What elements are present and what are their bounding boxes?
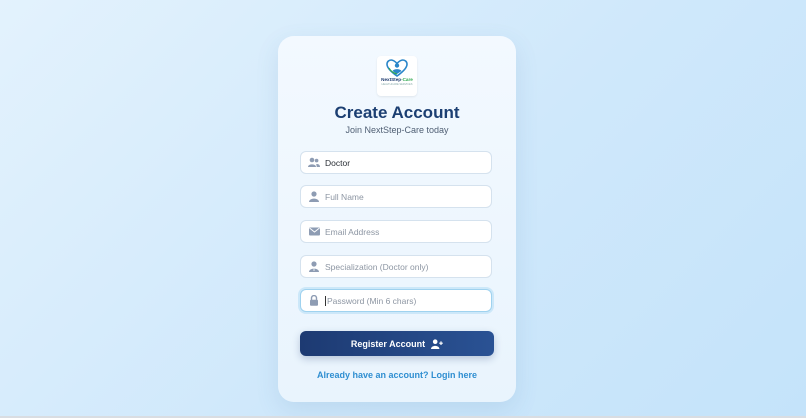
role-input[interactable]	[325, 157, 491, 168]
role-field[interactable]	[300, 151, 492, 174]
logo-brand-accent: -Care	[401, 77, 413, 82]
specialization-input[interactable]	[325, 261, 491, 272]
user-doctor-icon	[308, 261, 320, 273]
login-link[interactable]: Already have an account? Login here	[278, 370, 516, 380]
heart-hands-icon	[386, 59, 408, 77]
brand-logo: NextStep-Care HEALTHCARE SERVICES	[377, 56, 417, 96]
logo-tagline: HEALTHCARE SERVICES	[381, 82, 413, 86]
password-field[interactable]	[300, 289, 492, 312]
register-button-label: Register Account	[350, 338, 426, 349]
users-icon	[308, 157, 320, 169]
email-field[interactable]	[300, 220, 492, 243]
page-subtitle: Join NextStep-Care today	[345, 125, 449, 135]
full-name-field[interactable]	[300, 185, 492, 208]
user-icon	[308, 191, 320, 203]
register-card: NextStep-Care HEALTHCARE SERVICES Create…	[278, 36, 516, 402]
email-input[interactable]	[325, 226, 491, 237]
lock-icon	[308, 295, 320, 307]
password-input[interactable]	[327, 295, 491, 306]
text-caret	[325, 295, 326, 306]
envelope-icon	[308, 226, 320, 238]
specialization-field[interactable]	[300, 255, 492, 278]
page-title: Create Account	[334, 103, 460, 122]
user-plus-icon	[431, 338, 443, 349]
full-name-input[interactable]	[325, 191, 491, 202]
logo-brand-main: NextStep	[381, 77, 402, 82]
register-button[interactable]: Register Account	[300, 331, 494, 356]
